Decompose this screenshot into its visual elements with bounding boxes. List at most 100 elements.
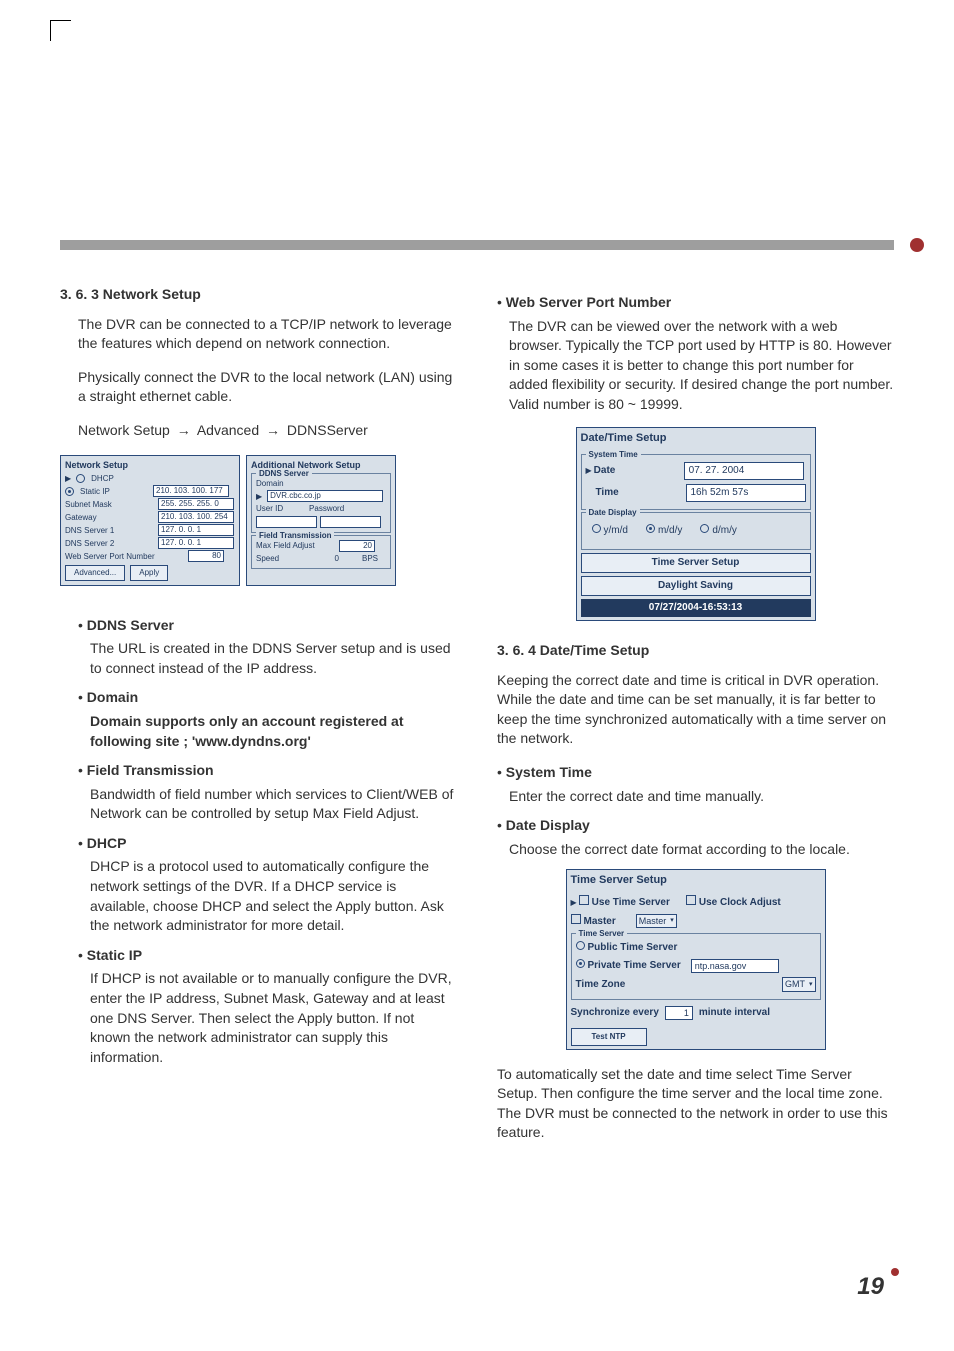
time-label: Time: [596, 486, 686, 500]
bullet-systemtime: • System Time: [497, 763, 894, 783]
right-column: • Web Server Port Number The DVR can be …: [497, 285, 894, 1157]
paragraph: To automatically set the date and time s…: [497, 1065, 894, 1143]
additional-network-panel: Additional Network Setup DDNS Server Dom…: [246, 455, 396, 586]
domain-label: Domain: [256, 478, 291, 489]
datetime-setup-panel: Date/Time Setup System Time ▶ Date 07. 2…: [576, 427, 816, 621]
paragraph: Physically connect the DVR to the local …: [78, 368, 457, 407]
dhcp-label: DHCP: [91, 473, 181, 484]
bullet-title: Date Display: [506, 817, 590, 833]
sync-value[interactable]: 1: [665, 1006, 693, 1021]
timezone-dropdown[interactable]: GMT: [782, 977, 816, 992]
breadcrumb-path: Network Setup → Advanced → DDNSServer: [78, 421, 457, 441]
cursor-icon: ▶: [586, 465, 592, 476]
dmy-option[interactable]: d/m/y: [700, 524, 736, 538]
master-dropdown[interactable]: Master: [636, 914, 677, 929]
group-title: Time Server: [576, 928, 628, 939]
bullet-title: System Time: [506, 764, 592, 780]
bullet-body: The DVR can be viewed over the network w…: [509, 317, 894, 415]
section-heading: 3. 6. 3 Network Setup: [60, 285, 457, 305]
gateway-label: Gateway: [65, 512, 155, 523]
date-value[interactable]: 07. 27. 2004: [684, 462, 804, 480]
bullet-datedisplay: • Date Display: [497, 816, 894, 836]
domain-value[interactable]: DVR.cbc.co.jp: [267, 490, 383, 502]
cursor-icon: ▶: [65, 473, 71, 484]
test-ntp-button[interactable]: Test NTP: [571, 1028, 647, 1045]
bullet-web: • Web Server Port Number: [497, 293, 894, 313]
bullet-field: • Field Transmission: [78, 761, 457, 781]
time-value[interactable]: 16h 52m 57s: [686, 484, 806, 502]
bullet-body: If DHCP is not available or to manually …: [90, 969, 457, 1067]
public-server-option[interactable]: Public Time Server: [576, 941, 816, 955]
dns2-label: DNS Server 2: [65, 538, 155, 549]
bullet-title: DDNS Server: [87, 617, 174, 633]
static-ip-label: Static IP: [80, 486, 150, 497]
panel-title: Time Server Setup: [571, 873, 821, 888]
advanced-button[interactable]: Advanced...: [65, 565, 125, 580]
bps-label: BPS: [362, 553, 378, 564]
apply-button[interactable]: Apply: [130, 565, 168, 580]
bullet-static: • Static IP: [78, 946, 457, 966]
speed-label: Speed: [256, 553, 316, 564]
use-time-server-check[interactable]: ▶Use Time Server: [571, 895, 670, 910]
timezone-label: Time Zone: [576, 978, 626, 992]
sync-label: Synchronize every: [571, 1006, 659, 1020]
check-label: Use Clock Adjust: [699, 897, 781, 908]
private-server-value[interactable]: ntp.nasa.gov: [691, 959, 779, 974]
dhcp-radio[interactable]: [76, 474, 85, 483]
paragraph: The DVR can be connected to a TCP/IP net…: [78, 315, 457, 354]
section-heading: 3. 6. 4 Date/Time Setup: [497, 641, 894, 661]
check-label: Master: [584, 916, 616, 927]
network-setup-panel: Network Setup ▶ DHCP Static IP 210. 103.…: [60, 455, 240, 586]
header-bar: [60, 240, 894, 250]
arrow-icon: →: [263, 422, 283, 438]
gateway-value[interactable]: 210. 103. 100. 254: [158, 511, 234, 523]
bullet-body: Bandwidth of field number which services…: [90, 785, 457, 824]
option-label: Public Time Server: [588, 942, 678, 953]
dns1-label: DNS Server 1: [65, 525, 155, 536]
userid-label: User ID: [256, 503, 286, 514]
time-server-panel: Time Server Setup ▶Use Time Server Use C…: [566, 869, 826, 1049]
mdy-option[interactable]: m/d/y: [646, 524, 682, 538]
port-value[interactable]: 80: [188, 550, 224, 562]
subnet-value[interactable]: 255. 255. 255. 0: [158, 498, 234, 510]
bullet-title: DHCP: [87, 835, 127, 851]
arrow-icon: →: [174, 422, 194, 438]
bullet-title: Field Transmission: [87, 762, 214, 778]
userid-input[interactable]: [256, 516, 317, 528]
speed-value: 0: [319, 553, 339, 564]
crop-mark: [50, 20, 71, 41]
path-segment: Advanced: [197, 422, 259, 438]
static-ip-value[interactable]: 210. 103. 100. 177: [153, 485, 229, 497]
group-title: Date Display: [586, 507, 640, 518]
bullet-title: Static IP: [87, 947, 142, 963]
ymd-option[interactable]: y/m/d: [592, 524, 628, 538]
port-label: Web Server Port Number: [65, 551, 185, 562]
bullet-domain: • Domain: [78, 688, 457, 708]
bullet-title: Domain: [87, 689, 138, 705]
maxfield-value[interactable]: 20: [339, 540, 375, 552]
daylight-saving-button[interactable]: Daylight Saving: [581, 576, 811, 596]
check-label: Use Time Server: [592, 897, 670, 908]
static-ip-radio[interactable]: [65, 487, 74, 496]
panel-title: Network Setup: [65, 459, 235, 472]
path-segment: DDNSServer: [287, 422, 368, 438]
page-dot-icon: [891, 1268, 899, 1276]
option-label: d/m/y: [712, 525, 736, 536]
master-check[interactable]: Master: [571, 914, 616, 929]
dns2-value[interactable]: 127. 0. 0. 1: [158, 537, 234, 549]
password-input[interactable]: [320, 516, 381, 528]
bullet-body: Domain supports only an account register…: [90, 712, 457, 751]
bullet-body: Choose the correct date format according…: [509, 840, 894, 860]
private-server-option[interactable]: Private Time Server: [576, 959, 681, 973]
dns1-value[interactable]: 127. 0. 0. 1: [158, 524, 234, 536]
bullet-dhcp: • DHCP: [78, 834, 457, 854]
bullet-body: The URL is created in the DDNS Server se…: [90, 639, 457, 678]
header-dot-icon: [910, 238, 924, 252]
bullet-body: Enter the correct date and time manually…: [509, 787, 894, 807]
cursor-icon: ▶: [256, 491, 262, 502]
date-label: Date: [594, 464, 684, 478]
time-server-setup-button[interactable]: Time Server Setup: [581, 553, 811, 573]
option-label: y/m/d: [604, 525, 628, 536]
group-title: DDNS Server: [256, 468, 312, 479]
use-clock-adjust-check[interactable]: Use Clock Adjust: [686, 895, 781, 910]
